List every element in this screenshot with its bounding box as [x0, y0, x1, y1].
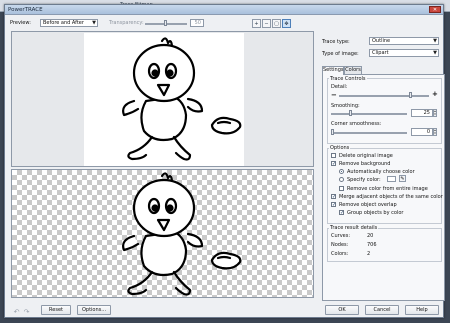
remove-background-checkbox[interactable]: ✓ [331, 161, 336, 167]
corner-smoothness-slider[interactable] [331, 132, 407, 134]
help-button[interactable]: Help [405, 305, 439, 315]
transparency-value[interactable]: 50 [190, 19, 204, 27]
redo-icon[interactable]: ↷ [22, 308, 31, 317]
options-heading: Options [329, 145, 351, 151]
smoothing-spinner[interactable]: ▴ ▾ [433, 109, 437, 117]
chevron-down-icon: ▼ [433, 50, 437, 56]
remove-entire-label: Remove color from entire image [347, 186, 428, 192]
window-title: PowerTRACE [8, 7, 43, 13]
merge-adjacent-checkbox[interactable]: ✓ [331, 194, 336, 200]
smoothing-slider-thumb[interactable] [349, 110, 352, 116]
options-button[interactable]: Options... [77, 305, 111, 315]
group-by-color-label: Group objects by color [347, 210, 404, 216]
colors-value: 2 [367, 251, 371, 257]
detail-minus-icon: − [331, 91, 337, 99]
detail-plus-icon: + [432, 90, 438, 98]
preview-label: Preview: [10, 20, 31, 26]
smoothing-label: Smoothing: [331, 103, 360, 109]
pan-icon[interactable]: ✥ [282, 19, 291, 28]
settings-panel: Trace Controls Detail: − + Smoothing: 25… [322, 74, 445, 301]
nodes-label: Nodes: [331, 242, 349, 248]
after-preview-pane[interactable] [11, 169, 314, 298]
type-of-image-select[interactable]: Clipart ▼ [369, 49, 439, 57]
remove-overlap-checkbox[interactable]: ✓ [331, 202, 336, 208]
auto-color-radio[interactable] [339, 169, 344, 174]
undo-icon[interactable]: ↶ [12, 308, 21, 317]
smoothing-value[interactable]: 25 [411, 109, 433, 117]
cancel-button[interactable]: Cancel [365, 305, 399, 315]
nodes-value: 706 [367, 242, 377, 248]
group-by-color-checkbox[interactable]: ✓ [339, 210, 344, 216]
delete-original-checkbox[interactable] [331, 153, 336, 158]
corner-smoothness-spinner[interactable]: ▴ ▾ [433, 128, 437, 136]
ok-button[interactable]: OK [325, 305, 359, 315]
type-of-image-value: Clipart [372, 50, 389, 56]
detail-slider[interactable] [339, 95, 429, 97]
zoom-in-icon[interactable]: + [252, 19, 261, 28]
trace-type-label: Trace type: [322, 39, 350, 45]
merge-adjacent-label: Merge adjacent objects of the same color [339, 194, 443, 200]
colors-label: Colors: [331, 251, 349, 257]
trace-results-heading: Trace result details [329, 225, 379, 231]
detail-slider-thumb[interactable] [409, 92, 412, 98]
close-button[interactable]: ✕ [429, 6, 441, 13]
corner-smoothness-slider-thumb[interactable] [331, 129, 334, 135]
smoothing-slider[interactable] [331, 113, 407, 115]
zoom-fit-icon[interactable]: ▢ [272, 19, 281, 28]
reset-button[interactable]: Reset [41, 305, 71, 315]
traced-chick-image [122, 172, 242, 296]
corner-smoothness-value[interactable]: 0 [411, 128, 433, 136]
delete-original-label: Delete original image [339, 153, 393, 159]
corner-smoothness-label: Corner smoothness: [331, 121, 382, 127]
remove-overlap-label: Remove object overlap [339, 202, 397, 208]
preview-mode-select[interactable]: Before and After ▼ [40, 19, 98, 27]
before-preview-pane[interactable] [11, 31, 314, 167]
chevron-down-icon: ▼ [433, 38, 437, 44]
transparency-label: Transparency: [109, 20, 144, 26]
transparency-slider-thumb[interactable] [164, 20, 167, 26]
trace-controls-heading: Trace Controls [329, 76, 367, 82]
eyedropper-icon[interactable]: ✎ [399, 175, 406, 182]
chevron-down-icon: ▼ [92, 20, 96, 26]
tab-settings[interactable]: Settings [322, 66, 344, 75]
detail-label: Detail: [331, 84, 348, 90]
tab-colors[interactable]: Colors [344, 66, 362, 74]
curves-label: Curves: [331, 233, 351, 239]
zoom-out-icon[interactable]: − [262, 19, 271, 28]
preview-mode-value: Before and After [43, 20, 84, 26]
powertrace-dialog: PowerTRACE ✕ Preview: Before and After ▼… [4, 4, 445, 318]
original-chick-image [122, 37, 242, 161]
trace-type-value: Outline [372, 38, 391, 44]
specify-color-label: Specify color: [347, 177, 381, 183]
type-of-image-label: Type of image: [322, 51, 359, 57]
curves-value: 20 [367, 233, 374, 239]
title-bar: PowerTRACE ✕ [5, 5, 443, 15]
remove-entire-checkbox[interactable] [339, 186, 344, 191]
trace-type-select[interactable]: Outline ▼ [369, 37, 439, 45]
specify-color-radio[interactable] [339, 177, 344, 182]
remove-background-label: Remove background [339, 161, 391, 167]
color-swatch[interactable] [387, 176, 396, 182]
